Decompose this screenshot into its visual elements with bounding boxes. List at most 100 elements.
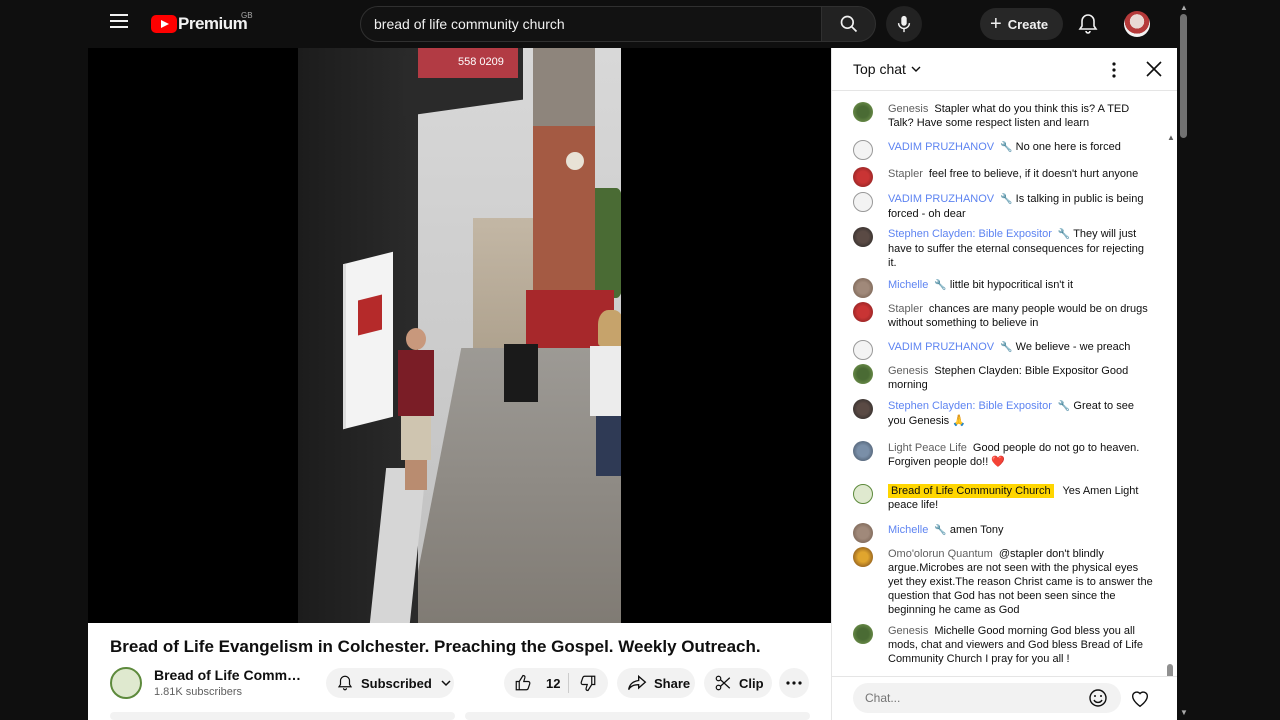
subscriber-count: 1.81K subscribers bbox=[154, 686, 243, 698]
chat-message: Stapler feel free to believe, if it doesn… bbox=[853, 167, 1153, 187]
chat-author[interactable]: Omo'olorun Quantum bbox=[888, 548, 993, 560]
chat-author[interactable]: Michelle bbox=[888, 524, 928, 536]
chat-message: Stephen Clayden: Bible Expositor 🔧 Great … bbox=[853, 399, 1153, 428]
chat-avatar[interactable] bbox=[853, 624, 873, 644]
scroll-up-icon[interactable]: ▲ bbox=[1167, 133, 1175, 142]
search-icon bbox=[840, 15, 857, 33]
emoji-icon[interactable] bbox=[1088, 688, 1108, 708]
more-vert-icon[interactable] bbox=[1112, 62, 1116, 78]
chat-avatar[interactable] bbox=[853, 340, 873, 360]
clip-button[interactable]: Clip bbox=[704, 668, 772, 698]
chat-message: Bread of Life Community Church Yes Amen … bbox=[853, 484, 1153, 512]
description-placeholder-right bbox=[465, 712, 810, 720]
chat-avatar[interactable] bbox=[853, 278, 873, 298]
page-scrollbar[interactable]: ▲ ▼ bbox=[1177, 0, 1191, 720]
chat-message: Light Peace Life Good people do not go to… bbox=[853, 441, 1153, 469]
video-details: Bread of Life Evangelism in Colchester. … bbox=[88, 623, 831, 720]
chat-text: little bit hypocritical isn't it bbox=[949, 279, 1074, 291]
video-woman bbox=[586, 310, 621, 480]
subscribed-button[interactable]: Subscribed bbox=[326, 668, 454, 698]
video-man bbox=[398, 328, 436, 496]
chat-message: Genesis Stapler what do you think this is… bbox=[853, 102, 1153, 130]
bell-outline-icon bbox=[337, 675, 353, 691]
chat-author[interactable]: Stephen Clayden: Bible Expositor bbox=[888, 400, 1052, 412]
channel-avatar[interactable] bbox=[110, 667, 142, 699]
wrench-icon: 🔧 bbox=[1000, 194, 1013, 205]
live-chat-panel: Top chat Genesis Stapler what do you thin… bbox=[831, 48, 1178, 720]
logo-text: Premium bbox=[178, 14, 248, 33]
scissors-icon bbox=[715, 675, 731, 691]
chat-avatar[interactable] bbox=[853, 167, 873, 187]
channel-name[interactable]: Bread of Life Community Church bbox=[154, 667, 306, 683]
thumb-down-icon bbox=[581, 675, 596, 692]
scroll-up-icon[interactable]: ▲ bbox=[1180, 3, 1188, 12]
chat-avatar[interactable] bbox=[853, 484, 873, 504]
youtube-play-icon bbox=[151, 15, 177, 33]
mic-icon bbox=[897, 15, 911, 33]
bell-icon[interactable] bbox=[1076, 12, 1100, 36]
chat-author[interactable]: VADIM PRUZHANOV bbox=[888, 141, 994, 153]
top-bar: Premium GB + Create bbox=[88, 0, 1178, 48]
chat-avatar[interactable] bbox=[853, 547, 873, 567]
close-icon[interactable] bbox=[1145, 60, 1163, 78]
thumb-up-icon bbox=[515, 674, 531, 691]
chat-avatar[interactable] bbox=[853, 441, 873, 461]
chat-avatar[interactable] bbox=[853, 302, 873, 322]
share-arrow-icon bbox=[628, 674, 647, 691]
chat-message: Stapler chances are many people would be … bbox=[853, 302, 1153, 330]
youtube-premium-logo[interactable]: Premium GB bbox=[151, 11, 253, 34]
scroll-down-icon[interactable]: ▼ bbox=[1180, 708, 1188, 717]
chat-author[interactable]: VADIM PRUZHANOV bbox=[888, 193, 994, 205]
chat-message: Stephen Clayden: Bible Expositor 🔧 They w… bbox=[853, 227, 1153, 270]
video-title: Bread of Life Evangelism in Colchester. … bbox=[110, 637, 761, 656]
chat-input[interactable] bbox=[853, 683, 1121, 713]
account-avatar[interactable] bbox=[1124, 11, 1150, 37]
chat-avatar[interactable] bbox=[853, 227, 873, 247]
menu-icon[interactable] bbox=[110, 14, 128, 32]
chat-avatar[interactable] bbox=[853, 192, 873, 212]
chat-messages[interactable]: Genesis Stapler what do you think this is… bbox=[832, 91, 1178, 676]
chat-author[interactable]: Genesis bbox=[888, 103, 928, 115]
video-poster bbox=[343, 251, 393, 430]
chat-avatar[interactable] bbox=[853, 399, 873, 419]
chat-author[interactable]: Light Peace Life bbox=[888, 442, 967, 454]
chat-mode-label[interactable]: Top chat bbox=[853, 61, 906, 77]
region-code: GB bbox=[241, 11, 253, 20]
chat-author[interactable]: Stephen Clayden: Bible Expositor bbox=[888, 228, 1052, 240]
chat-author[interactable]: Genesis bbox=[888, 365, 928, 377]
chat-avatar[interactable] bbox=[853, 140, 873, 160]
chat-scroll-thumb[interactable] bbox=[1167, 664, 1173, 676]
wrench-icon: 🔧 bbox=[934, 280, 947, 291]
search-input[interactable] bbox=[361, 7, 821, 41]
share-button[interactable]: Share bbox=[617, 668, 695, 698]
chat-avatar[interactable] bbox=[853, 364, 873, 384]
chat-author[interactable]: VADIM PRUZHANOV bbox=[888, 341, 994, 353]
chat-author[interactable]: Genesis bbox=[888, 625, 928, 637]
dislike-button[interactable] bbox=[569, 668, 597, 698]
search-box[interactable] bbox=[360, 6, 822, 42]
chat-author[interactable]: Stapler bbox=[888, 303, 923, 315]
chat-message: Michelle 🔧 amen Tony bbox=[853, 523, 1153, 543]
video-player[interactable]: 558 0209 bbox=[88, 48, 831, 623]
search-button[interactable] bbox=[821, 6, 876, 42]
video-sign-text: 558 0209 bbox=[458, 56, 504, 68]
share-label: Share bbox=[654, 675, 691, 691]
chat-author[interactable]: Stapler bbox=[888, 168, 923, 180]
chat-message: VADIM PRUZHANOV 🔧 No one here is forced bbox=[853, 140, 1153, 160]
chat-author[interactable]: Michelle bbox=[888, 279, 928, 291]
chat-avatar[interactable] bbox=[853, 102, 873, 122]
create-button[interactable]: + Create bbox=[980, 8, 1063, 40]
chat-message: Genesis Stephen Clayden: Bible Expositor … bbox=[853, 364, 1153, 392]
chat-author[interactable]: Bread of Life Community Church bbox=[888, 484, 1054, 498]
chat-text: No one here is forced bbox=[1015, 141, 1121, 153]
page-scroll-thumb[interactable] bbox=[1180, 14, 1187, 138]
video-bin bbox=[504, 344, 538, 402]
more-actions-button[interactable] bbox=[779, 668, 809, 698]
like-dislike-group: 12 bbox=[504, 668, 608, 698]
voice-search-button[interactable] bbox=[886, 6, 922, 42]
like-button[interactable]: 12 bbox=[504, 668, 560, 698]
heart-icon[interactable] bbox=[1129, 687, 1151, 709]
chevron-down-icon[interactable] bbox=[910, 63, 922, 75]
chat-scrollbar[interactable]: ▲ bbox=[1167, 133, 1175, 676]
chat-avatar[interactable] bbox=[853, 523, 873, 543]
